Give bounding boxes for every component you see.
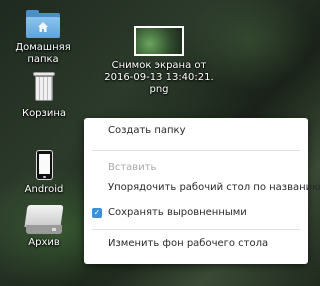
desktop-item-trash[interactable]: Корзина [14,72,74,120]
menu-item-paste[interactable]: Вставить [84,160,308,176]
desktop-item-android[interactable]: Android [14,150,74,196]
house-icon [38,22,48,32]
file-name-line-2: 2016-09-13 13:40:21. [104,72,214,83]
menu-item-label: Сохранять выровненными [108,207,247,218]
menu-item-label: Вставить [108,162,157,173]
menu-item-label: Упорядочить рабочий стол по названию [108,182,320,193]
phone-icon [35,150,53,180]
checkbox-checked-icon[interactable]: ✓ [92,208,102,218]
desktop-item-label: Архив [28,237,60,248]
menu-item-change-background[interactable]: Изменить фон рабочего стола [84,236,308,252]
file-name-line-1: Снимок экрана от [111,60,207,71]
trash-icon [33,72,55,102]
image-thumbnail-icon [134,26,184,56]
menu-separator [92,150,300,151]
menu-item-label: Изменить фон рабочего стола [108,238,269,249]
desktop-item-label: Домашняя папка [15,42,71,65]
desktop-context-menu: Создать папку Вставить Упорядочить рабоч… [84,118,320,264]
menu-item-keep-aligned[interactable]: ✓ Сохранять выровненными [84,205,308,221]
desktop-item-label: Android [24,184,64,195]
home-folder-icon [26,10,60,38]
desktop-item-label: Корзина [21,108,67,119]
desktop-item-home-folder[interactable]: Домашняя папка [2,10,84,66]
file-name-line-3: png [149,84,169,95]
drive-icon [24,205,64,235]
menu-item-label: Создать папку [108,125,186,136]
menu-item-create-folder[interactable]: Создать папку [84,123,308,139]
desktop-item-archive[interactable]: Архив [14,205,74,249]
menu-item-sort-by-name[interactable]: Упорядочить рабочий стол по названию [84,180,320,196]
desktop-item-screenshot-file[interactable]: Снимок экрана от 2016-09-13 13:40:21. pn… [104,26,214,96]
menu-separator [92,229,300,230]
